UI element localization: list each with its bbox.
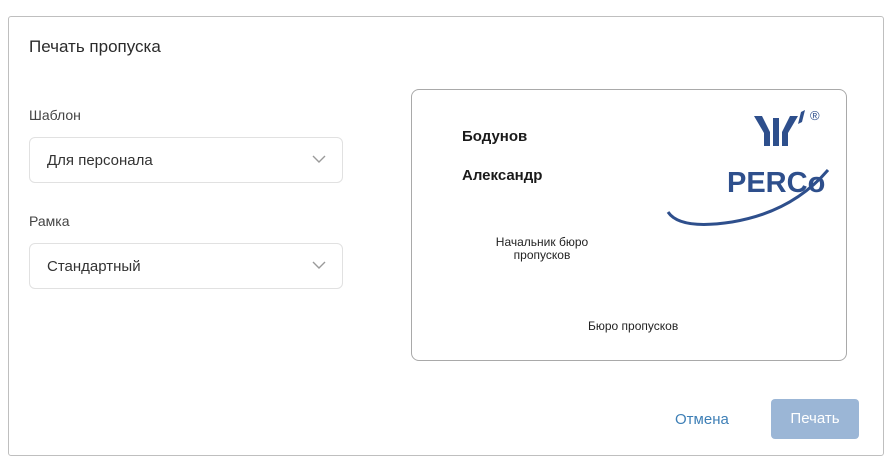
template-select-value: Для персонала [47, 152, 153, 169]
logo-text: PERCo [727, 167, 825, 199]
print-pass-dialog: Печать пропуска Шаблон Для персонала Рам… [8, 16, 884, 456]
frame-select-value: Стандартный [47, 258, 141, 275]
card-department: Бюро пропусков [588, 319, 679, 333]
card-position: Начальник бюро пропусков [495, 235, 589, 262]
card-last-name: Бодунов [462, 128, 528, 145]
chevron-down-icon [312, 261, 326, 269]
cancel-button[interactable]: Отмена [675, 411, 729, 428]
pass-card-preview: Бодунов Александр Начальник бюро пропуск… [411, 89, 847, 361]
perco-logo: ® PERCo [666, 108, 830, 226]
card-first-name: Александр [462, 167, 543, 184]
registered-mark: ® [810, 108, 820, 123]
template-label: Шаблон [29, 107, 81, 123]
chevron-down-icon [312, 155, 326, 163]
dialog-title: Печать пропуска [29, 37, 161, 56]
print-button[interactable]: Печать [771, 399, 859, 439]
frame-select[interactable]: Стандартный [29, 243, 343, 289]
frame-label: Рамка [29, 213, 70, 229]
template-select[interactable]: Для персонала [29, 137, 343, 183]
